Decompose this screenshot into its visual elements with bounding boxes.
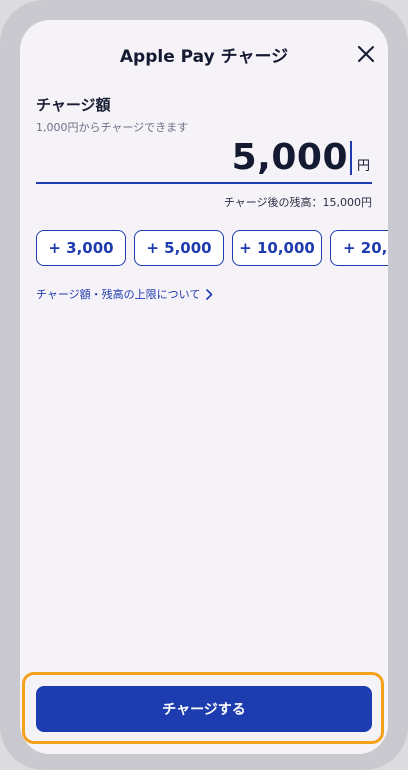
- quick-amount-button-5000[interactable]: + 5,000: [134, 230, 224, 266]
- quick-amount-button-20000[interactable]: + 20,000: [330, 230, 388, 266]
- charge-limit-link[interactable]: チャージ額・残高の上限について: [36, 286, 213, 302]
- quick-amount-button-3000[interactable]: + 3,000: [36, 230, 126, 266]
- charge-button[interactable]: チャージする: [36, 686, 372, 732]
- header: Apple Pay チャージ: [20, 20, 388, 84]
- balance-after-charge: チャージ後の残高：15,000円: [223, 196, 372, 209]
- quick-amount-button-10000[interactable]: + 10,000: [232, 230, 322, 266]
- text-caret: [350, 141, 352, 175]
- device-frame: Apple Pay チャージ チャージ額 1,000円からチャージできます 5,…: [0, 0, 408, 770]
- charge-amount-label: チャージ額: [36, 96, 111, 114]
- amount-value: 5,000: [231, 137, 348, 178]
- page-title: Apple Pay チャージ: [119, 47, 289, 67]
- amount-input[interactable]: 5,000 円: [36, 137, 372, 184]
- charge-screen: Apple Pay チャージ チャージ額 1,000円からチャージできます 5,…: [20, 20, 388, 754]
- chevron-right-icon: [206, 288, 213, 300]
- minimum-charge-hint: 1,000円からチャージできます: [36, 121, 189, 134]
- amount-unit: 円: [356, 159, 370, 174]
- charge-limit-link-label: チャージ額・残高の上限について: [36, 288, 201, 301]
- quick-amount-list: + 3,000 + 5,000 + 10,000 + 20,000: [36, 230, 388, 266]
- close-button[interactable]: [352, 40, 380, 68]
- bottom-action-bar: チャージする: [20, 662, 388, 754]
- close-icon: [358, 46, 374, 62]
